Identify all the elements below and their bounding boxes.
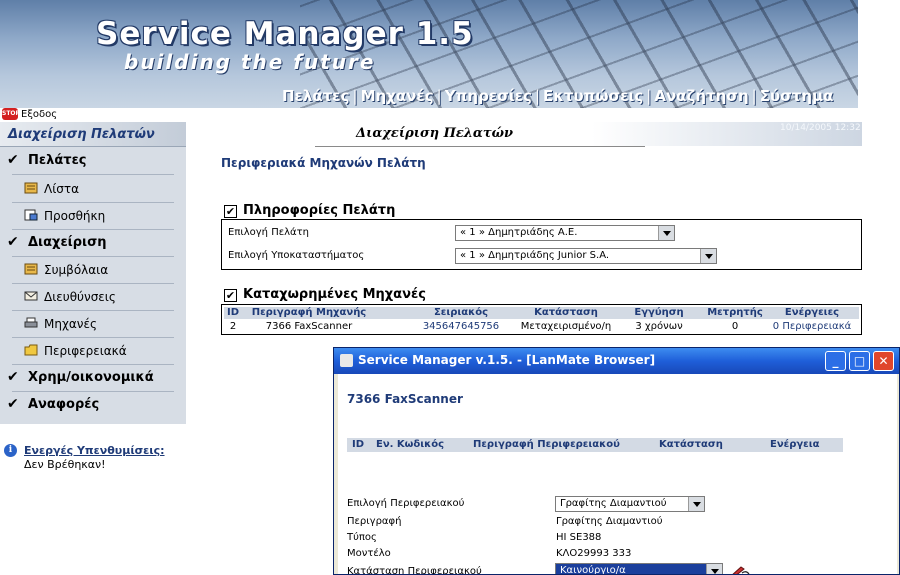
- top-navigation: Πελάτες | Μηχανές | Υπηρεσίες | Εκτυπώσεις |…: [282, 87, 834, 105]
- exit-bar: [0, 108, 858, 121]
- cell-id: 2: [229, 321, 237, 332]
- description-label: Περιγραφή: [347, 516, 402, 527]
- sidebar-item-machines[interactable]: Μηχανές: [0, 311, 186, 337]
- app-tagline: building the future: [124, 50, 376, 74]
- page-subtitle: Περιφεριακά Μηχανών Πελάτη: [221, 156, 426, 170]
- machines-table: ID Περιγραφή Μηχανής Σειριακός Κατάσταση…: [221, 304, 862, 335]
- cell-description: 7366 FaxScanner: [265, 321, 353, 332]
- col-description: Περιγραφή Μηχανής: [251, 307, 367, 318]
- nav-search[interactable]: Αναζήτηση: [654, 87, 748, 105]
- sidebar-item-list[interactable]: Λίστα: [0, 176, 186, 202]
- branch-select-label: Επιλογή Υποκαταστήματος: [228, 250, 365, 261]
- nav-system[interactable]: Σύστημα: [760, 87, 834, 105]
- lanmate-browser-window: Service Manager v.1.5. - [LanMate Browse…: [333, 347, 900, 575]
- sidebar-item-add[interactable]: Προσθήκη: [0, 203, 186, 229]
- type-value: HI SE388: [556, 532, 602, 543]
- cell-counter: 0: [731, 321, 739, 332]
- machines-heading: ✔ Καταχωρημένες Μηχανές: [224, 287, 426, 302]
- col-status: Κατάσταση: [534, 307, 598, 318]
- window-content: 7366 FaxScanner ID Εν. Κωδικός Περιγραφή…: [338, 374, 897, 575]
- main-header-bar: [186, 122, 862, 146]
- stop-icon: STOP: [2, 108, 20, 120]
- nav-clients[interactable]: Πελάτες: [282, 87, 350, 105]
- nav-machines[interactable]: Μηχανές: [361, 87, 434, 105]
- model-label: Μοντέλο: [347, 548, 391, 559]
- branch-select[interactable]: « 1 » Δημητριάδης Junior S.A.: [455, 248, 717, 264]
- sidebar-item-addresses[interactable]: Διευθύνσεις: [0, 284, 186, 310]
- col-warranty: Εγγύηση: [634, 307, 684, 318]
- checkbox-icon[interactable]: ✔: [224, 289, 237, 302]
- header-banner: Service Manager 1.5 building the future …: [0, 0, 858, 108]
- exit-label: Εξοδος: [21, 108, 58, 120]
- col-id: ID: [226, 307, 240, 318]
- list-icon: [24, 182, 38, 194]
- title-divider: [315, 146, 645, 147]
- reminders-link[interactable]: Ενεργές Υπενθυμίσεις:: [24, 444, 165, 457]
- peripherals-table-header: ID Εν. Κωδικός Περιγραφή Περιφερειακού Κ…: [347, 438, 843, 452]
- cell-warranty: 3 χρόνων: [635, 321, 683, 332]
- col-counter: Μετρητής: [707, 307, 763, 318]
- nav-services[interactable]: Υπηρεσίες: [445, 87, 532, 105]
- datetime-label: 10/14/2005 12:32: [780, 123, 861, 133]
- client-info-heading: ✔ Πληροφορίες Πελάτη: [224, 203, 396, 218]
- col-actions: Ενέργειες: [784, 307, 840, 318]
- reminders-value: Δεν Βρέθηκαν!: [24, 458, 106, 471]
- app-title: Service Manager 1.5: [96, 16, 474, 52]
- description-value: Γραφίτης Διαμαντιού: [556, 516, 663, 527]
- col-status: Κατάσταση: [659, 439, 723, 450]
- sidebar-title: Διαχείριση Πελατών: [0, 122, 186, 147]
- client-select[interactable]: « 1 » Δημητριάδης Α.Ε.: [455, 225, 675, 241]
- page-title: Διαχείριση Πελατών: [356, 126, 514, 141]
- chevron-down-icon: [700, 249, 716, 263]
- close-button[interactable]: ✕: [873, 351, 894, 371]
- peripheral-select[interactable]: Γραφίτης Διαμαντιού: [555, 496, 705, 512]
- sidebar-item-contracts[interactable]: Συμβόλαια: [0, 257, 186, 283]
- col-serial: Σειριακός: [433, 307, 489, 318]
- machine-name: 7366 FaxScanner: [347, 392, 463, 406]
- col-id: ID: [352, 439, 365, 450]
- col-action: Ενέργεια: [770, 439, 820, 450]
- exit-link[interactable]: STOP Εξοδος: [2, 108, 57, 120]
- model-value: ΚΛΟ29993 333: [556, 548, 632, 559]
- cell-status: Μεταχειρισμένο/η: [520, 321, 612, 332]
- chevron-down-icon: [688, 497, 704, 511]
- sidebar-group-reports[interactable]: ✔ Αναφορές: [0, 393, 186, 417]
- chevron-down-icon: [706, 564, 722, 574]
- checkmark-icon: ✔: [7, 396, 19, 412]
- col-peripheral-description: Περιγραφή Περιφερειακού: [473, 439, 620, 450]
- type-label: Τύπος: [347, 532, 377, 543]
- sidebar-group-clients[interactable]: ✔ Πελάτες: [0, 149, 186, 173]
- printer-icon: [24, 317, 38, 328]
- nav-prints[interactable]: Εκτυπώσεις: [543, 87, 643, 105]
- peripherals-link[interactable]: 0 Περιφερειακά: [770, 321, 854, 332]
- maximize-button[interactable]: □: [849, 351, 870, 371]
- cell-serial-link[interactable]: 345647645756: [416, 321, 506, 332]
- envelope-icon: [24, 291, 38, 301]
- folder-icon: [24, 344, 38, 356]
- checkmark-icon: ✔: [7, 152, 19, 168]
- sidebar-group-finance[interactable]: ✔ Χρημ/οικονομικά: [0, 366, 186, 390]
- minimize-button[interactable]: _: [825, 351, 846, 371]
- col-code: Εν. Κωδικός: [376, 439, 445, 450]
- add-icon: [24, 209, 38, 221]
- state-select[interactable]: Καινούργιο/α: [555, 563, 723, 574]
- sidebar-item-peripherals[interactable]: Περιφερειακά: [0, 338, 186, 364]
- info-icon: i: [4, 444, 17, 457]
- checkmark-icon: ✔: [7, 369, 19, 385]
- chevron-down-icon: [658, 226, 674, 240]
- sidebar-group-management[interactable]: ✔ Διαχείριση: [0, 231, 186, 255]
- window-titlebar[interactable]: Service Manager v.1.5. - [LanMate Browse…: [334, 348, 899, 374]
- state-label: Κατάσταση Περιφερειακού: [347, 566, 482, 575]
- client-select-label: Επιλογή Πελάτη: [228, 227, 309, 238]
- checkbox-icon[interactable]: ✔: [224, 205, 237, 218]
- sidebar: Διαχείριση Πελατών ✔ Πελάτες Λίστα Προσθ…: [0, 122, 186, 424]
- app-icon: [340, 354, 353, 367]
- window-title: Service Manager v.1.5. - [LanMate Browse…: [358, 353, 656, 367]
- contract-icon: [24, 263, 38, 275]
- client-info-box: Επιλογή Πελάτη « 1 » Δημητριάδης Α.Ε. Επ…: [221, 219, 862, 270]
- edit-pen-icon[interactable]: [729, 564, 751, 575]
- peripheral-select-label: Επιλογή Περιφερειακού: [347, 498, 465, 509]
- checkmark-icon: ✔: [7, 234, 19, 250]
